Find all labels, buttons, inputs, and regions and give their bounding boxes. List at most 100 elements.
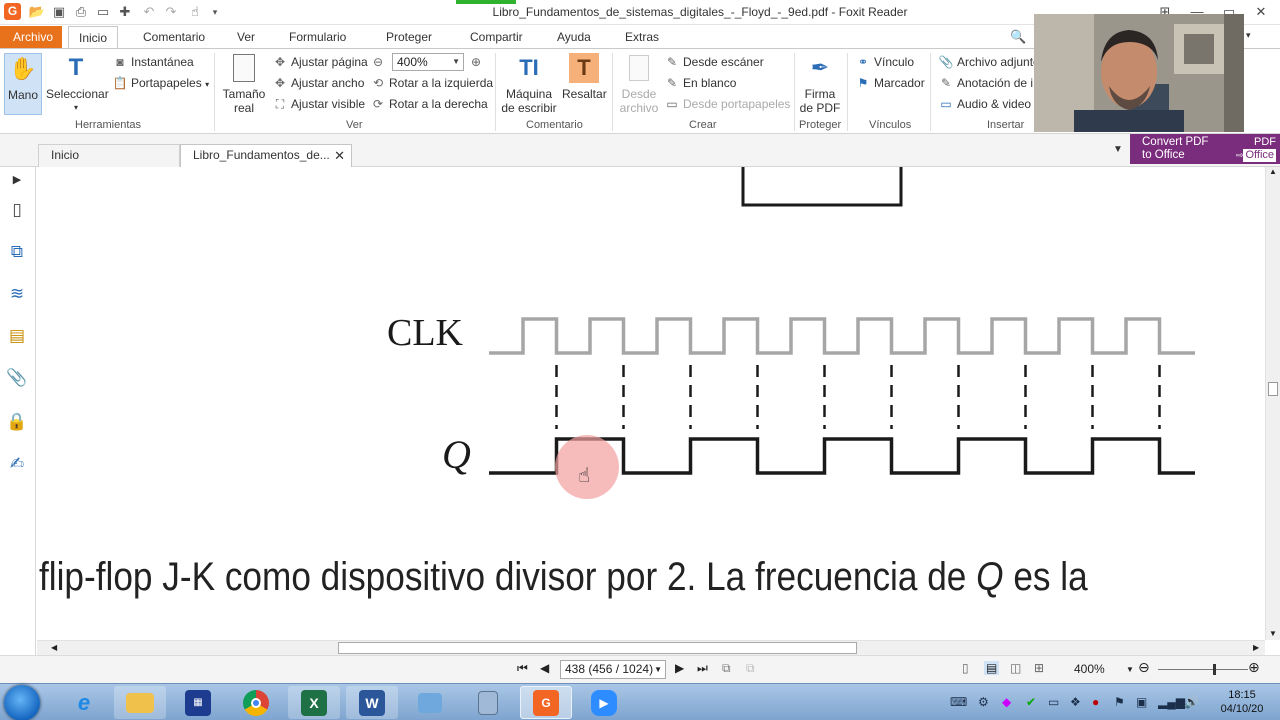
zoom-out-status-icon[interactable]: ⊖ xyxy=(1138,659,1150,676)
zoom-status-value[interactable]: 400% xyxy=(1074,662,1105,676)
taskbar-foxit-reader[interactable]: G xyxy=(520,686,572,719)
select-tool-button[interactable]: T Seleccionar ▾ xyxy=(46,53,109,115)
tab-comentario[interactable]: Comentario xyxy=(137,26,211,48)
next-page-icon[interactable]: ▶ xyxy=(675,661,684,675)
tray-signal-icon[interactable]: ▂▄▆ xyxy=(1158,695,1185,709)
taskbar-file-explorer[interactable] xyxy=(114,686,166,719)
first-page-icon[interactable]: ⏮ xyxy=(517,661,528,676)
comments-icon[interactable]: ▤ xyxy=(6,325,28,347)
continuous-page-icon[interactable]: ▤ xyxy=(984,661,1000,675)
search-icon[interactable]: 🔍 xyxy=(1010,29,1026,45)
highlight-button[interactable]: T Resaltar xyxy=(562,53,607,101)
save-icon[interactable]: ▣ xyxy=(50,3,68,21)
bookmark-button[interactable]: ⚑ Marcador xyxy=(855,74,925,92)
taskbar-paint[interactable] xyxy=(404,686,456,719)
hand-tool-icon[interactable]: ☝ xyxy=(186,3,204,21)
zoom-status-dropdown-icon[interactable]: ▼ xyxy=(1126,665,1134,674)
attachments-icon[interactable]: 📎 xyxy=(6,367,28,389)
taskbar-word[interactable]: W xyxy=(346,686,398,719)
tab-ver[interactable]: Ver xyxy=(231,26,261,48)
fit-page-button[interactable]: ✥ Ajustar página xyxy=(272,53,368,71)
facing-page-icon[interactable]: ◫ xyxy=(1010,661,1021,675)
fit-width-button[interactable]: ✥ Ajustar ancho xyxy=(272,74,364,92)
tab-proteger[interactable]: Proteger xyxy=(380,26,438,48)
tray-volume-icon[interactable]: 🔊 xyxy=(1184,695,1199,709)
tray-clock[interactable]: 18:15 04/10/20 xyxy=(1208,688,1276,716)
taskbar-zoom[interactable]: ▶ xyxy=(578,686,630,719)
pdf-sign-button[interactable]: ✒ Firma de PDF xyxy=(798,53,842,116)
security-lock-icon[interactable]: 🔒 xyxy=(6,411,28,433)
tray-check-icon[interactable]: ✔ xyxy=(1026,695,1036,709)
vertical-scroll-thumb[interactable] xyxy=(1268,382,1278,396)
rotate-left-button[interactable]: ⟲ Rotar a la izquierda xyxy=(370,74,493,92)
quick-access-dropdown-icon[interactable]: ▾ xyxy=(206,3,224,21)
from-file-button[interactable]: Desde archivo xyxy=(616,53,662,115)
scroll-down-icon[interactable]: ▼ xyxy=(1269,629,1277,638)
zoom-slider[interactable] xyxy=(1158,664,1248,675)
zoom-combo[interactable]: 400% ▼ xyxy=(392,53,464,71)
close-tab-icon[interactable]: ✕ xyxy=(334,145,345,166)
tray-settings-icon[interactable]: ⚙ xyxy=(978,695,989,709)
continuous-facing-icon[interactable]: ⊞ xyxy=(1034,661,1044,675)
zoom-in-icon[interactable]: ⊕ xyxy=(468,53,487,71)
zoom-out-icon[interactable]: ⊖ xyxy=(370,53,389,71)
attachment-button[interactable]: 📎 Archivo adjunto xyxy=(938,53,1040,71)
start-button[interactable] xyxy=(4,685,40,720)
tab-ayuda[interactable]: Ayuda xyxy=(551,26,597,48)
doc-tab-file[interactable]: Libro_Fundamentos_de... ✕ xyxy=(180,144,352,167)
tab-compartir[interactable]: Compartir xyxy=(464,26,529,48)
doc-tab-home[interactable]: Inicio xyxy=(38,144,180,167)
print-icon[interactable]: ⎙ xyxy=(72,3,90,21)
document-view[interactable]: K CLK Q ☝ flip-flop J-K como dispositivo… xyxy=(37,167,1265,640)
scroll-up-icon[interactable]: ▲ xyxy=(1269,167,1277,176)
tab-list-dropdown-icon[interactable]: ▼ xyxy=(1113,144,1123,155)
fit-visible-button[interactable]: ⛶ Ajustar visible xyxy=(272,95,365,113)
tab-extras[interactable]: Extras xyxy=(619,26,665,48)
taskbar-excel[interactable]: X xyxy=(288,686,340,719)
blank-button[interactable]: ✎ En blanco xyxy=(664,74,736,92)
single-page-icon[interactable]: ▯ xyxy=(962,661,969,675)
taskbar-chrome[interactable] xyxy=(230,686,282,719)
tab-inicio[interactable]: Inicio xyxy=(68,26,119,49)
tray-dropbox-icon[interactable]: ❖ xyxy=(1070,695,1081,709)
horizontal-scroll-thumb[interactable] xyxy=(338,642,857,654)
pages-icon[interactable]: ⧉ xyxy=(6,241,28,263)
tray-device-icon[interactable]: ▣ xyxy=(1136,695,1147,709)
from-scanner-button[interactable]: ✎ Desde escáner xyxy=(664,53,764,71)
taskbar-code-app[interactable]: ▦ xyxy=(172,686,224,719)
zoom-slider-knob[interactable] xyxy=(1213,664,1216,675)
open-icon[interactable]: 📂 xyxy=(28,3,46,21)
tray-monitor-icon[interactable]: ▭ xyxy=(1048,695,1059,709)
taskbar-internet-explorer[interactable]: e xyxy=(58,686,110,719)
page-thumbnail-icon[interactable]: ▯ xyxy=(6,199,28,221)
annotation-button[interactable]: ✎ Anotación de i xyxy=(938,74,1033,92)
from-clipboard-button[interactable]: ▭ Desde portapapeles xyxy=(664,95,790,113)
link-button[interactable]: ⚭ Vínculo xyxy=(855,53,914,71)
layers-icon[interactable]: ≋ xyxy=(6,283,28,305)
signature-icon[interactable]: ✍ xyxy=(6,453,28,475)
next-view-icon[interactable]: ⧉ xyxy=(746,661,755,676)
actual-size-button[interactable]: Tamaño real xyxy=(220,53,268,115)
app-logo-icon[interactable]: G xyxy=(4,3,21,20)
vertical-scrollbar[interactable]: ▲ ▼ xyxy=(1265,167,1280,640)
scroll-left-icon[interactable]: ◀ xyxy=(51,643,57,652)
tray-keyboard-icon[interactable]: ⌨ xyxy=(950,695,967,709)
scroll-right-icon[interactable]: ▶ xyxy=(1253,643,1259,652)
tray-flag-icon[interactable]: ⚑ xyxy=(1114,695,1125,709)
page-number-field[interactable]: 438 (456 / 1024) ▼ xyxy=(560,660,666,679)
horizontal-scrollbar[interactable]: ◀ ▶ xyxy=(37,640,1265,655)
clipboard-button[interactable]: 📋 Portapapeles ▾ xyxy=(112,74,210,92)
typewriter-button[interactable]: TI Máquina de escribir xyxy=(500,53,558,116)
undo-icon[interactable]: ↶ xyxy=(140,3,158,21)
zoom-in-status-icon[interactable]: ⊕ xyxy=(1248,659,1260,676)
tray-app-icon[interactable]: ◆ xyxy=(1002,695,1011,709)
tool-icon[interactable]: ✚ xyxy=(116,3,134,21)
previous-page-icon[interactable]: ◀ xyxy=(540,661,549,675)
tab-archivo[interactable]: Archivo xyxy=(0,26,62,48)
convert-promo-banner[interactable]: Convert PDF to Office PDF ⇨ Office xyxy=(1130,134,1280,164)
rotate-right-button[interactable]: ⟳ Rotar a la derecha xyxy=(370,95,488,113)
close-button[interactable]: ✕ xyxy=(1246,2,1276,22)
ribbon-options-icon[interactable]: ▾ xyxy=(1246,30,1251,41)
expand-panel-icon[interactable]: ▶ xyxy=(6,169,28,191)
snapshot-button[interactable]: ◙ Instantánea xyxy=(112,53,193,71)
